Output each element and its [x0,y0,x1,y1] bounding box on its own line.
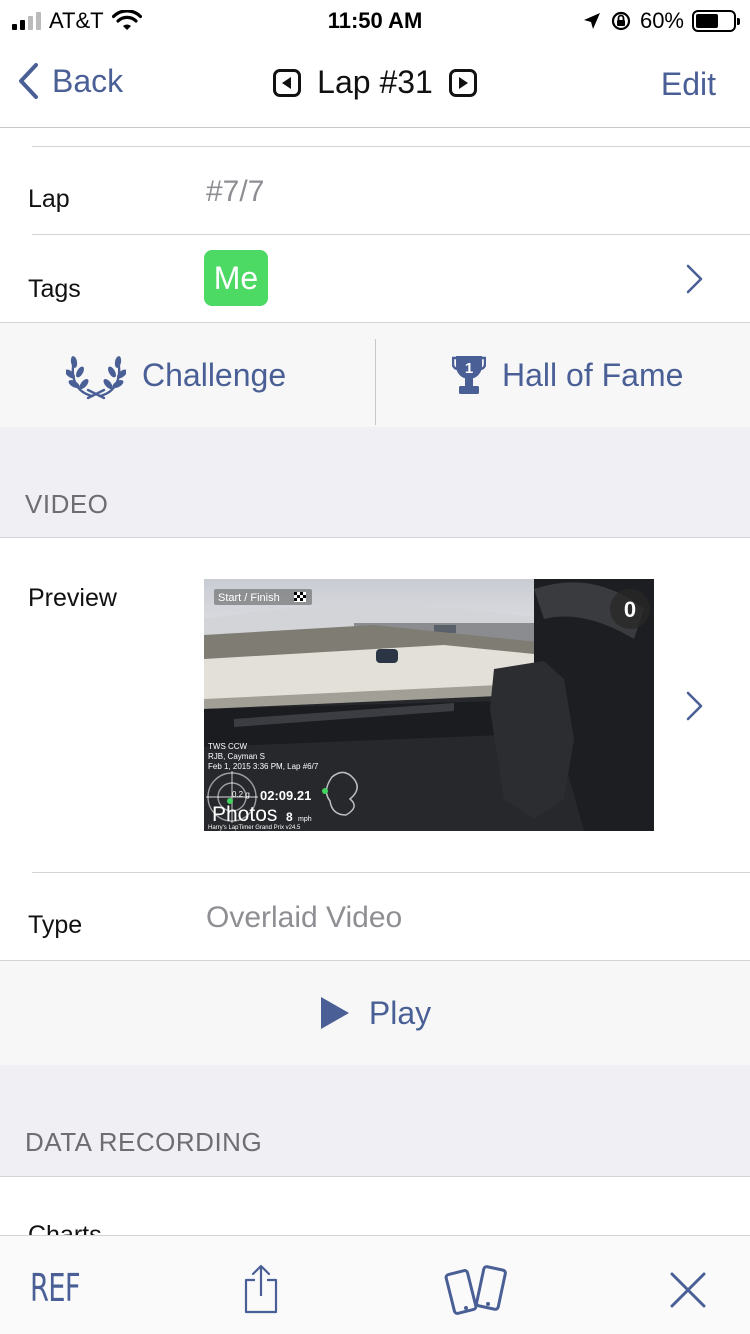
share-icon [244,1264,278,1314]
challenge-button[interactable]: Challenge [66,323,286,427]
battery-percent: 60% [639,8,684,33]
section-title: VIDEO [25,489,109,519]
previous-lap-button[interactable] [273,68,302,97]
devices-button[interactable] [444,1264,508,1321]
lap-row: Lap #7/7 [0,147,750,234]
action-band: Challenge 1 Hall of Fame [0,323,750,427]
devices-icon [444,1265,507,1315]
charts-row[interactable]: Charts [0,1177,750,1235]
trophy-icon: 1 [452,356,486,394]
hall-of-fame-button[interactable]: 1 Hall of Fame [452,323,683,427]
g-force-value: 0.2 g [232,790,250,799]
overlay-info-line-3: Feb 1, 2015 3:36 PM, Lap #6/7 [208,762,319,771]
ref-button[interactable]: REF [30,1266,99,1310]
edit-button[interactable]: Edit [661,66,716,103]
battery-icon [692,10,740,32]
chevron-right-icon [686,691,703,721]
page-title: Lap #31 [317,64,433,100]
video-type-row: Type Overlaid Video [0,873,750,960]
lap-label: Lap [28,185,70,213]
charts-label: Charts [28,1221,102,1235]
video-section-header: VIDEO [0,427,750,537]
lap-value: #7/7 [206,175,265,208]
start-finish-marker: Start / Finish [218,592,280,604]
play-icon [320,997,349,1029]
play-button[interactable]: Play [0,961,750,1065]
laurel-wreath-icon [66,356,126,400]
overlay-info-line-2: RJB, Cayman S [208,752,265,761]
hall-of-fame-label: Hall of Fame [502,356,684,393]
data-recording-section-header: DATA RECORDING [0,1065,750,1176]
bottom-toolbar: REF [0,1235,750,1334]
type-value: Overlaid Video [206,901,403,934]
ref-label: REF [30,1266,81,1310]
speed-unit: mph [298,816,312,823]
overlay-info-line-1: TWS CCW [208,742,248,751]
section-title: DATA RECORDING [25,1127,263,1157]
speed-value: 8 [286,810,293,824]
next-lap-button[interactable] [448,68,477,97]
play-label: Play [368,994,432,1031]
tags-row[interactable]: Tags [0,235,750,322]
navigation-bar: Back Lap #31 Edit [0,40,750,128]
chevron-right-icon [686,264,703,294]
orientation-lock-icon [611,11,631,31]
lap-counter-badge: 0 [624,597,636,622]
triangle-right-icon [458,76,468,89]
close-icon [670,1272,706,1308]
photos-overlay-label: Photos [212,803,277,826]
type-label: Type [28,911,83,939]
tags-label: Tags [28,275,81,303]
lap-time: 02:09.21 [260,788,311,803]
status-bar: AT&T 11:50 AM 60% [0,0,750,40]
overlay-footer: Harry's LapTimer Grand Prix v24.5 [208,825,301,831]
share-button[interactable] [242,1264,280,1319]
action-separator [375,339,376,425]
preview-label: Preview [28,584,117,612]
trophy-number: 1 [465,360,473,377]
close-button[interactable] [670,1272,706,1313]
video-frame-image: 0 Start / Finish TWS CCW RJB, Cayman S F… [204,579,654,831]
video-preview-thumbnail[interactable]: 0 Start / Finish TWS CCW RJB, Cayman S F… [204,579,654,831]
challenge-label: Challenge [142,356,287,393]
location-arrow-icon [583,13,600,29]
tag-badge[interactable]: Me [204,250,268,306]
triangle-left-icon [282,76,292,89]
